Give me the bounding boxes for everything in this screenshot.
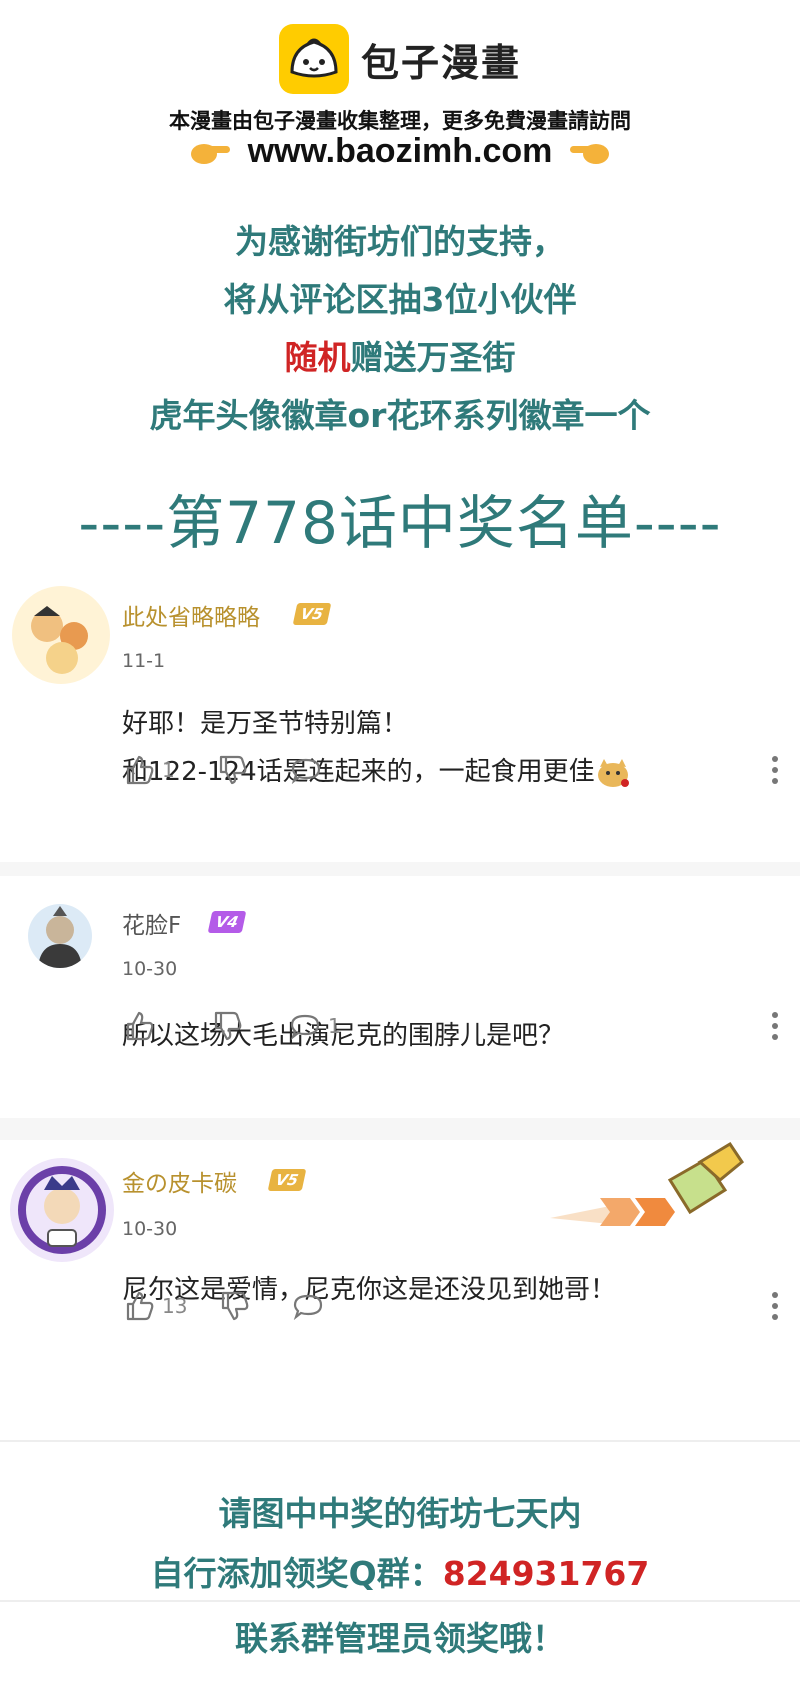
- baozi-logo-icon: [278, 24, 349, 94]
- footer-line-1: 请图中中奖的街坊七天内: [218, 1494, 582, 1533]
- dislike-button[interactable]: [217, 1289, 251, 1323]
- qq-group-number[interactable]: 824931767: [443, 1554, 650, 1593]
- like-count: 13: [162, 1294, 188, 1318]
- reply-count: 1: [328, 1014, 341, 1038]
- url-row: www.baozimh.com: [0, 132, 800, 171]
- promo-line-2: 将从评论区抽3位小伙伴: [223, 280, 577, 319]
- comment-text-line-1: 好耶！是万圣节特别篇！: [122, 709, 409, 739]
- comment-divider: [0, 862, 800, 876]
- more-options-icon[interactable]: [770, 1010, 780, 1042]
- thumbs-up-icon: [126, 1291, 154, 1321]
- winners-title: ----第778话中奖名单----: [78, 489, 722, 557]
- comment-date: 11-1: [122, 650, 166, 672]
- comment-divider: [0, 1118, 800, 1140]
- level-badge: V5: [267, 1169, 307, 1191]
- footer-divider: [0, 1600, 800, 1602]
- comment-item: 金の皮卡碳 V5 10-30 尼尔这是爱情，尼克你这是还没见到她哥！: [0, 1140, 800, 1440]
- avatar[interactable]: [12, 586, 110, 684]
- pointing-hand-left-icon: [570, 143, 610, 164]
- like-button[interactable]: 13: [122, 1289, 187, 1323]
- thumbs-up-icon: [126, 1011, 154, 1041]
- level-badge: V5: [292, 603, 332, 625]
- site-url-link[interactable]: www.baozimh.com: [248, 132, 553, 171]
- site-notice: 本漫畫由包子漫畫收集整理，更多免費漫畫請訪問: [169, 109, 631, 133]
- reply-button[interactable]: 1: [288, 1009, 341, 1043]
- reply-button[interactable]: [291, 1289, 331, 1323]
- site-header: 包子漫畫 本漫畫由包子漫畫收集整理，更多免費漫畫請訪問 www.baozimh.…: [0, 0, 800, 180]
- like-button[interactable]: [122, 1009, 162, 1043]
- thumbs-down-icon: [219, 755, 247, 785]
- comment-bubble-icon: [290, 1014, 320, 1041]
- doge-emoji-icon: [597, 758, 629, 787]
- comment-actions-1: 1: [122, 750, 369, 790]
- thumbs-up-icon: [126, 755, 154, 785]
- footer-line-2: 自行添加领奖Q群：824931767: [0, 1547, 800, 1595]
- comment-bubble-icon: [291, 758, 320, 785]
- avatar[interactable]: [10, 1158, 114, 1262]
- more-options-icon[interactable]: [770, 1290, 780, 1322]
- promo-line-3-rest: 赠送万圣街: [350, 338, 516, 377]
- promo-line-1: 为感谢街坊们的支持，: [235, 222, 565, 261]
- dislike-button[interactable]: [210, 1009, 244, 1043]
- promo-line-3: 随机赠送万圣街: [0, 331, 800, 379]
- promo-line-4: 虎年头像徽章or花环系列徽章一个: [149, 396, 651, 435]
- username[interactable]: 此处省略略略: [122, 598, 260, 632]
- comment-actions-2: 1: [122, 1006, 381, 1046]
- level-badge: V4: [207, 911, 247, 933]
- like-button[interactable]: 1: [122, 753, 175, 787]
- comment-item: 此处省略略略 V5 11-1 好耶！是万圣节特别篇！ 和122-124话是连起来…: [0, 570, 800, 860]
- brand-name: 包子漫畫: [360, 40, 521, 85]
- thumbs-down-icon: [222, 1291, 249, 1321]
- avatar[interactable]: [28, 904, 92, 968]
- paintbrush-decoration-icon: [550, 1141, 745, 1226]
- username[interactable]: 金の皮卡碳: [122, 1164, 237, 1198]
- footer-divider: [0, 1440, 800, 1442]
- comment-item: 花脸F V4 10-30 所以这场大毛出演尼克的围脖儿是吧？: [0, 876, 800, 1156]
- thumbs-down-icon: [214, 1011, 242, 1041]
- comment-date: 10-30: [122, 1218, 178, 1240]
- comment-actions-3: 13: [122, 1286, 371, 1326]
- comment-bubble-icon: [294, 1294, 323, 1321]
- dislike-button[interactable]: [215, 753, 249, 787]
- promo-highlight: 随机: [284, 338, 351, 377]
- reply-button[interactable]: [289, 753, 329, 787]
- comment-date: 10-30: [122, 958, 178, 980]
- more-options-icon[interactable]: [770, 754, 780, 786]
- username[interactable]: 花脸F: [122, 906, 181, 940]
- footer-line-3: 联系群管理员领奖哦！: [235, 1619, 565, 1658]
- footer-line-2-prefix: 自行添加领奖Q群：: [150, 1554, 443, 1593]
- logo-row: 包子漫畫: [0, 24, 800, 94]
- pointing-hand-right-icon: [190, 143, 230, 164]
- like-count: 1: [162, 758, 175, 782]
